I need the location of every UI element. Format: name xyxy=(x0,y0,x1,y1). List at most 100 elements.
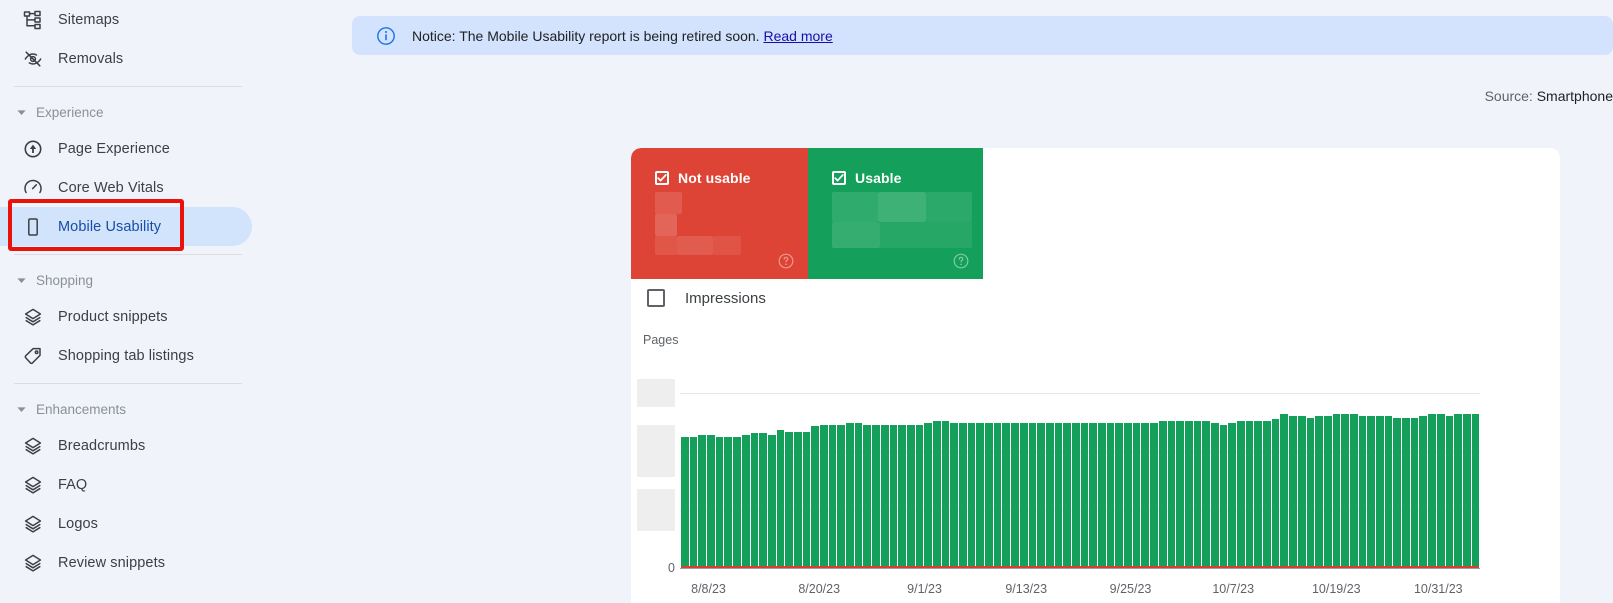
y-axis-tick-label: 0 xyxy=(668,561,675,575)
chart-bar xyxy=(1384,415,1393,568)
sidebar-section-enhancements[interactable]: Enhancements xyxy=(0,392,320,426)
sidebar-item-logos[interactable]: Logos xyxy=(0,504,320,543)
chart-bar xyxy=(1263,421,1271,568)
mobile-phone-icon xyxy=(22,216,44,238)
chart-bar xyxy=(880,424,889,568)
layers-icon xyxy=(22,513,44,535)
chart-bar xyxy=(985,422,993,568)
status-tile-label: Not usable xyxy=(678,170,751,186)
x-axis-tick-label: 9/13/23 xyxy=(1005,582,1048,596)
chart-bar xyxy=(1124,422,1132,568)
status-tile-usable[interactable]: Usable xyxy=(808,148,983,279)
status-tile-label: Usable xyxy=(855,170,902,186)
sidebar-divider xyxy=(14,383,242,384)
sidebar-item-breadcrumbs[interactable]: Breadcrumbs xyxy=(0,426,320,465)
chart-bar xyxy=(898,424,906,568)
sidebar-item-product-snippets[interactable]: Product snippets xyxy=(0,297,320,336)
status-tile-checkbox[interactable] xyxy=(655,171,669,185)
chart-bar xyxy=(1037,422,1045,568)
status-tile-not-usable[interactable]: Not usable xyxy=(631,148,808,279)
chart-bar xyxy=(1341,414,1349,568)
question-circle-icon[interactable] xyxy=(778,253,794,269)
chart-bar xyxy=(1176,421,1184,568)
sidebar-item-label: Logos xyxy=(58,515,99,532)
y-axis-tick-redacted xyxy=(637,379,675,407)
chart-bar xyxy=(967,422,976,568)
chart-bar xyxy=(872,424,880,568)
x-axis-tick-label: 8/20/23 xyxy=(798,582,841,596)
chart-bar xyxy=(689,436,698,568)
chart-bar xyxy=(767,435,776,568)
chart-bar xyxy=(681,436,689,568)
chart-bar xyxy=(1071,422,1080,568)
x-axis-tick-label: 10/31/23 xyxy=(1413,582,1463,596)
app-root: Sitemaps Removals Experience Page Experienc… xyxy=(0,0,1613,603)
chart-bar xyxy=(1089,422,1097,568)
sidebar-section-experience[interactable]: Experience xyxy=(0,95,320,129)
sidebar-item-sitemaps[interactable]: Sitemaps xyxy=(0,0,320,39)
read-more-link[interactable]: Read more xyxy=(763,28,832,44)
x-axis-tick-label: 10/7/23 xyxy=(1212,582,1255,596)
chart-bar xyxy=(1436,414,1445,568)
chart-bar xyxy=(1393,417,1402,568)
usability-bar-chart: 0 8/8/23 8/20/23 9/1/23 9/13/23 9/25/23 10/7/… xyxy=(631,346,1560,603)
chart-bar xyxy=(1254,421,1263,568)
caret-down-icon xyxy=(14,402,28,416)
chart-bar xyxy=(759,433,767,568)
chart-bar xyxy=(1141,422,1150,568)
chart-bar xyxy=(1115,422,1124,568)
chart-bar xyxy=(1297,415,1306,568)
chart-bar xyxy=(1028,422,1037,568)
sidebar-item-mobile-usability[interactable]: Mobile Usability xyxy=(0,199,252,251)
page-experience-icon xyxy=(22,138,44,160)
sidebar-item-removals[interactable]: Removals xyxy=(0,39,320,78)
sidebar-item-label: Mobile Usability xyxy=(58,218,162,235)
chart-bar xyxy=(793,431,802,568)
chart-bar xyxy=(698,435,707,568)
sidebar: Sitemaps Removals Experience Page Experienc… xyxy=(0,0,320,603)
chart-bar xyxy=(959,422,967,568)
layers-icon xyxy=(22,435,44,457)
chart-bar xyxy=(889,424,898,568)
chart-bar xyxy=(1167,421,1176,568)
chart-bar xyxy=(1410,417,1419,568)
chart-bar xyxy=(1193,421,1202,568)
x-axis-tick-label: 9/1/23 xyxy=(907,582,942,596)
sitemap-icon xyxy=(22,9,44,31)
impressions-checkbox[interactable] xyxy=(647,289,665,307)
chart-bars xyxy=(681,393,1480,568)
caret-down-icon xyxy=(14,105,28,119)
sidebar-item-label: Review snippets xyxy=(58,554,166,571)
sidebar-item-core-web-vitals[interactable]: Core Web Vitals xyxy=(0,168,320,207)
chart-bar xyxy=(906,424,915,568)
sidebar-item-shopping-tab-listings[interactable]: Shopping tab listings xyxy=(0,336,320,375)
chart-bar xyxy=(924,422,932,568)
sidebar-item-faq[interactable]: FAQ xyxy=(0,465,320,504)
chart-bar xyxy=(715,436,724,568)
sidebar-item-label: Removals xyxy=(58,50,124,67)
sidebar-section-shopping[interactable]: Shopping xyxy=(0,263,320,297)
chart-bar xyxy=(1011,422,1019,568)
status-tile-checkbox[interactable] xyxy=(832,171,846,185)
sidebar-item-label: FAQ xyxy=(58,476,88,493)
source-label: Source: Smartphone xyxy=(1485,88,1613,104)
sidebar-item-label: Breadcrumbs xyxy=(58,437,146,454)
question-circle-icon[interactable] xyxy=(953,253,969,269)
chart-bar xyxy=(1106,422,1115,568)
chart-bar xyxy=(1210,422,1219,568)
impressions-toggle[interactable]: Impressions xyxy=(647,289,766,307)
chart-bar xyxy=(854,422,863,568)
chart-bar xyxy=(1445,415,1454,568)
chart-bar xyxy=(1098,422,1106,568)
sidebar-item-label: Product snippets xyxy=(58,308,168,325)
mobile-usability-chart-card: Not usable Usable Impressions Pages 0 8/8… xyxy=(631,148,1560,603)
chart-bar xyxy=(1367,415,1375,568)
sidebar-item-label: Page Experience xyxy=(58,140,170,157)
sidebar-item-page-experience[interactable]: Page Experience xyxy=(0,129,320,168)
chart-bar xyxy=(785,431,793,568)
sidebar-item-review-snippets[interactable]: Review snippets xyxy=(0,543,320,582)
chart-bar xyxy=(1323,415,1332,568)
chart-baseline xyxy=(680,568,1480,569)
chart-bar xyxy=(1419,415,1428,568)
speedometer-icon xyxy=(22,177,44,199)
